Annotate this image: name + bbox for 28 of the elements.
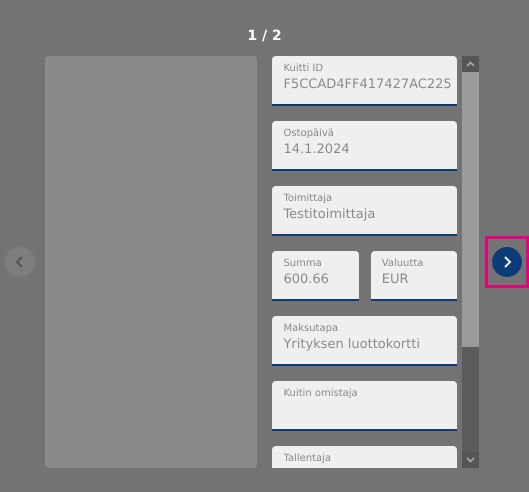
next-button[interactable] [492, 247, 522, 277]
field-label: Ostopäivä [283, 128, 335, 139]
field-label: Valuutta [382, 258, 424, 269]
text-field[interactable]: Tallentaja [272, 446, 458, 468]
text-field[interactable]: Kuitin omistaja [272, 381, 458, 431]
field-value: Yrityksen luottokortti [283, 337, 421, 352]
chevron-left-icon [14, 256, 25, 268]
text-field[interactable]: Kuitti ID F5CCAD4FF417427AC225 [272, 56, 458, 106]
field-label: Maksutapa [283, 323, 340, 334]
field-label: Kuitti ID [283, 63, 324, 74]
field-label: Kuitin omistaja [283, 388, 359, 399]
text-field[interactable]: Maksutapa Yrityksen luottokortti [272, 316, 458, 366]
field-value: EUR [382, 272, 410, 287]
scroll-up-icon[interactable] [462, 56, 479, 72]
field-label: Toimittaja [283, 193, 334, 204]
text-field[interactable]: Summa 600.66 [272, 251, 359, 301]
text-field[interactable]: Ostopäivä 14.1.2024 [272, 121, 458, 171]
text-field[interactable]: Valuutta EUR [370, 251, 458, 301]
chevron-right-icon [502, 256, 512, 268]
page-counter: 1 / 2 [246, 28, 283, 44]
text-field[interactable]: Toimittaja Testitoimittaja [272, 186, 458, 236]
field-label: Summa [283, 258, 323, 269]
scrollbar[interactable] [462, 56, 479, 468]
field-value: 14.1.2024 [283, 142, 351, 157]
scroll-down-icon[interactable] [462, 452, 479, 468]
field-value: 600.66 [283, 272, 330, 287]
field-label: Tallentaja [283, 453, 332, 464]
field-value: Testitoimittaja [283, 207, 376, 222]
